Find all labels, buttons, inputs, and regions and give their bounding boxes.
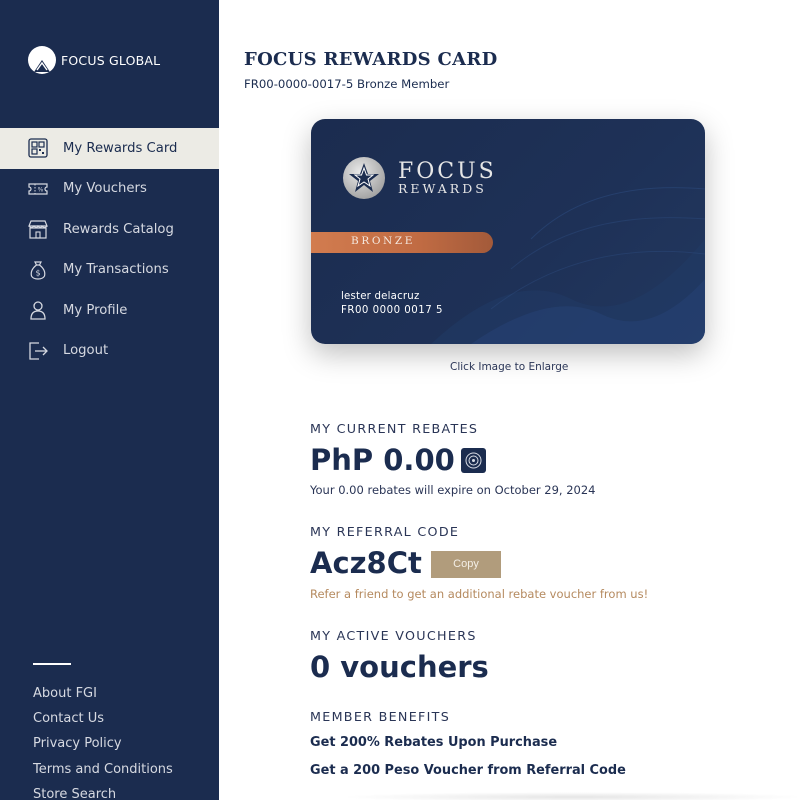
rebates-expiry-note: Your 0.00 rebates will expire on October… <box>310 483 596 497</box>
vouchers-label: MY ACTIVE VOUCHERS <box>310 628 477 643</box>
star-emblem-icon <box>343 157 385 199</box>
card-brand-rewards: REWARDS <box>398 181 487 196</box>
benefits-label: MEMBER BENEFITS <box>310 709 451 724</box>
sidebar-item-label: Rewards Catalog <box>63 221 174 237</box>
voucher-ticket-icon: % <box>27 178 49 200</box>
sidebar-item-label: My Vouchers <box>63 181 147 197</box>
user-icon <box>27 299 49 321</box>
member-id-subtitle: FR00-0000-0017-5 Bronze Member <box>244 77 450 91</box>
sidebar-item-rewards-catalog[interactable]: Rewards Catalog <box>0 209 219 250</box>
rebates-value: PhP 0.00 <box>310 443 455 477</box>
sidebar-item-my-vouchers[interactable]: % My Vouchers <box>0 169 219 210</box>
referral-code: Acz8Ct <box>310 546 422 580</box>
sidebar-item-logout[interactable]: Logout <box>0 331 219 372</box>
benefit-item: Get 200% Rebates Upon Purchase <box>310 735 558 750</box>
info-circle-icon[interactable] <box>461 448 486 473</box>
sidebar-item-label: My Transactions <box>63 262 169 278</box>
footer-links: About FGI Contact Us Privacy Policy Term… <box>33 685 173 800</box>
sidebar-item-label: Logout <box>63 343 109 359</box>
copy-button[interactable]: Copy <box>431 551 501 578</box>
sidebar-nav: My Rewards Card % My Vouchers Rewards Ca… <box>0 128 219 371</box>
logout-icon <box>27 340 49 362</box>
bottom-shadow <box>339 792 797 800</box>
sidebar-item-my-transactions[interactable]: $ My Transactions <box>0 250 219 291</box>
vouchers-value: 0 vouchers <box>310 650 489 684</box>
card-number: FR00 0000 0017 5 <box>341 305 443 316</box>
sidebar-item-my-profile[interactable]: My Profile <box>0 290 219 331</box>
footer-divider <box>33 663 71 665</box>
qr-card-icon <box>27 137 49 159</box>
card-holder-name: lester delacruz <box>341 291 420 302</box>
brand[interactable]: FOCUS GLOBAL <box>28 46 160 74</box>
sidebar-item-label: My Rewards Card <box>63 140 178 156</box>
referral-label: MY REFERRAL CODE <box>310 524 460 539</box>
money-bag-icon: $ <box>27 259 49 281</box>
brand-name: FOCUS GLOBAL <box>61 52 161 68</box>
svg-text:%: % <box>38 186 44 193</box>
tier-bar: BRONZE <box>311 232 493 253</box>
rebates-label: MY CURRENT REBATES <box>310 421 479 436</box>
footer-link-store-search[interactable]: Store Search <box>33 786 173 800</box>
tier-label: BRONZE <box>351 235 415 247</box>
rewards-card-image[interactable]: FOCUS REWARDS BRONZE lester delacruz FR0… <box>311 119 705 344</box>
benefit-item: Get a 200 Peso Voucher from Referral Cod… <box>310 763 626 778</box>
mountain-logo-icon <box>28 46 56 74</box>
svg-text:$: $ <box>35 268 40 277</box>
sidebar-item-my-rewards-card[interactable]: My Rewards Card <box>0 128 219 169</box>
footer-link-about[interactable]: About FGI <box>33 685 173 710</box>
footer-link-privacy[interactable]: Privacy Policy <box>33 735 173 760</box>
enlarge-hint: Click Image to Enlarge <box>450 361 569 373</box>
sidebar-item-label: My Profile <box>63 302 128 318</box>
main-content: FOCUS REWARDS CARD FR00-0000-0017-5 Bron… <box>219 0 797 800</box>
footer-link-contact[interactable]: Contact Us <box>33 710 173 735</box>
page-title: FOCUS REWARDS CARD <box>244 49 498 70</box>
referral-note: Refer a friend to get an additional reba… <box>310 587 649 601</box>
storefront-icon <box>27 218 49 240</box>
footer-link-terms[interactable]: Terms and Conditions <box>33 761 173 786</box>
sidebar: FOCUS GLOBAL My Rewards Card % My Vouche… <box>0 0 219 800</box>
